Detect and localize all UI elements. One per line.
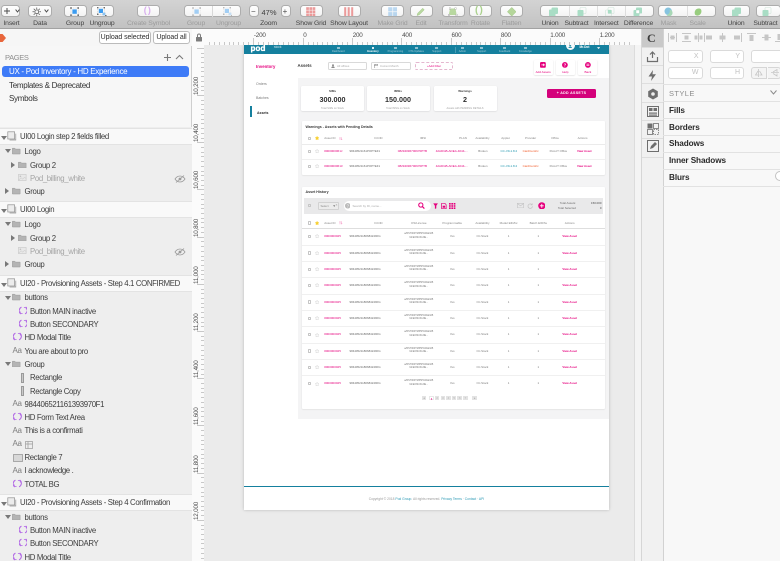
svg-text:?: ? xyxy=(564,62,567,67)
